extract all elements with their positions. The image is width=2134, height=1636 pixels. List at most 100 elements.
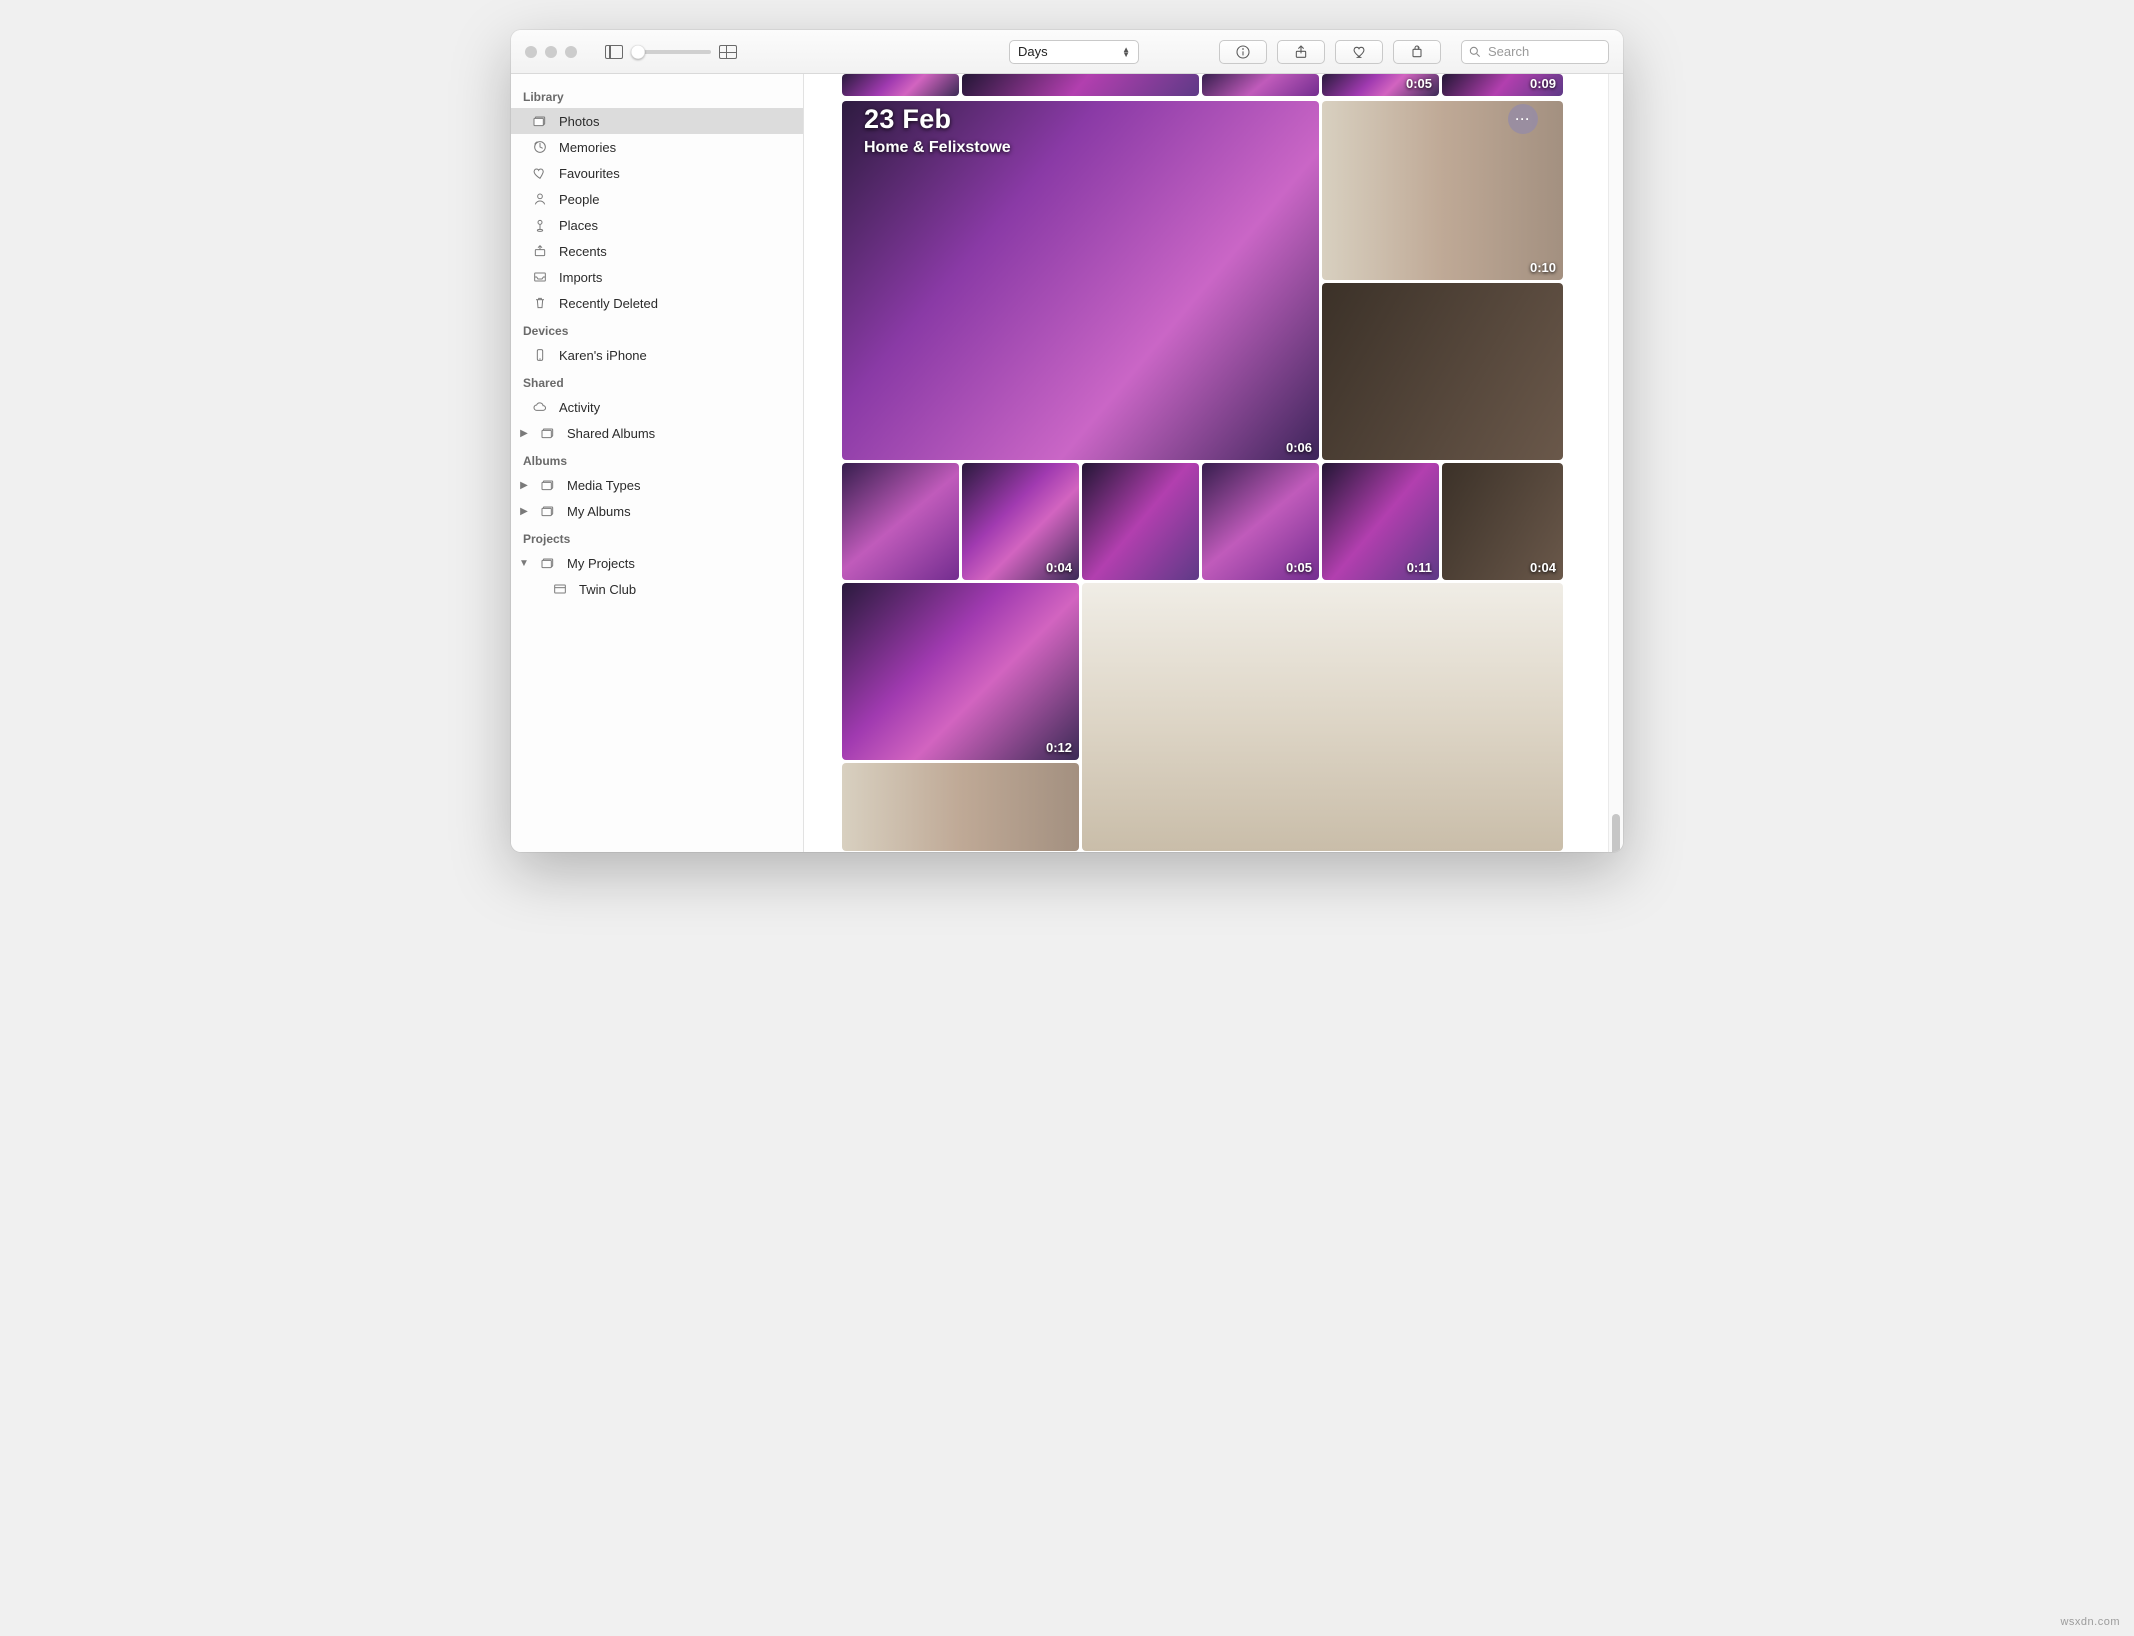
chevron-down-icon[interactable]: ▼ [519,558,529,569]
sidebar-item-imports[interactable]: Imports [511,264,803,290]
share-icon [1293,44,1309,60]
search-placeholder: Search [1488,44,1529,59]
grid-view-icon[interactable] [719,45,737,59]
day-header: 23 Feb Home & Felixstowe [864,104,1011,157]
titlebar: Days ▲▼ Search [511,30,1623,74]
photo-tile[interactable] [1202,74,1319,96]
view-select-value: Days [1018,44,1048,59]
body: Library Photos Memories Favourites Peopl… [511,74,1623,852]
video-duration: 0:05 [1286,560,1312,575]
sidebar-item-people[interactable]: People [511,186,803,212]
photo-tile[interactable]: 0:05 [1322,74,1439,96]
day-date: 23 Feb [864,104,1011,135]
sidebar-item-recently-deleted[interactable]: Recently Deleted [511,290,803,316]
photo-tile[interactable]: 0:04 [1442,463,1563,580]
scrollbar-thumb[interactable] [1612,814,1620,852]
albums-icon [539,477,557,493]
photo-tile[interactable] [1322,283,1563,460]
photos-icon [531,113,549,129]
heart-icon [531,165,549,181]
rotate-icon [1409,44,1425,60]
sidebar-item-activity[interactable]: Activity [511,394,803,420]
memories-icon [531,139,549,155]
zoom-controls [605,45,737,59]
sidebar-item-media-types[interactable]: ▶ Media Types [511,472,803,498]
sidebar-header-projects: Projects [511,524,803,550]
sidebar-header-devices: Devices [511,316,803,342]
photo-grid: 0:05 0:09 0:06 0:10 0:04 0:05 0:11 0:04 0:12 [842,74,1576,852]
cloud-icon [531,399,549,415]
video-duration: 0:04 [1046,560,1072,575]
photo-tile[interactable]: 0:11 [1322,463,1439,580]
share-button[interactable] [1277,40,1325,64]
sidebar-header-shared: Shared [511,368,803,394]
imports-icon [531,269,549,285]
recents-icon [531,243,549,259]
scrollbar[interactable] [1608,74,1623,852]
close-button[interactable] [525,46,537,58]
sidebar-header-albums: Albums [511,446,803,472]
video-duration: 0:06 [1286,440,1312,455]
video-duration: 0:12 [1046,740,1072,755]
iphone-icon [531,347,549,363]
day-location: Home & Felixstowe [864,139,1011,157]
albums-icon [539,425,557,441]
project-icon [551,581,569,597]
fullscreen-button[interactable] [565,46,577,58]
photo-tile[interactable]: 0:09 [1442,74,1563,96]
photo-tile[interactable]: 0:04 [962,463,1079,580]
ellipsis-icon: ··· [1516,112,1531,126]
sidebar-item-photos[interactable]: Photos [511,108,803,134]
albums-icon [539,555,557,571]
more-button[interactable]: ··· [1508,104,1538,134]
rotate-button[interactable] [1393,40,1441,64]
sidebar-item-my-projects[interactable]: ▼ My Projects [511,550,803,576]
sidebar-item-my-albums[interactable]: ▶ My Albums [511,498,803,524]
minimize-button[interactable] [545,46,557,58]
trash-icon [531,295,549,311]
person-icon [531,191,549,207]
sidebar-item-device-iphone[interactable]: Karen's iPhone [511,342,803,368]
info-icon [1235,44,1251,60]
heart-icon [1351,44,1367,60]
photo-tile[interactable] [1082,583,1563,851]
chevron-right-icon[interactable]: ▶ [519,506,529,517]
chevron-right-icon[interactable]: ▶ [519,480,529,491]
sidebar-toggle-icon[interactable] [605,45,623,59]
favourite-button[interactable] [1335,40,1383,64]
sidebar-item-recents[interactable]: Recents [511,238,803,264]
sidebar-item-shared-albums[interactable]: ▶ Shared Albums [511,420,803,446]
search-input[interactable]: Search [1461,40,1609,64]
video-duration: 0:05 [1406,76,1432,91]
traffic-lights [525,46,577,58]
sidebar-header-library: Library [511,82,803,108]
sidebar-item-favourites[interactable]: Favourites [511,160,803,186]
sidebar-item-memories[interactable]: Memories [511,134,803,160]
photo-tile[interactable]: 0:05 [1202,463,1319,580]
chevron-updown-icon: ▲▼ [1122,47,1130,57]
content-area[interactable]: 0:05 0:09 0:06 0:10 0:04 0:05 0:11 0:04 0:12 23 … [804,74,1623,852]
photo-tile[interactable] [842,74,959,96]
toolbar-buttons [1219,40,1441,64]
video-duration: 0:09 [1530,76,1556,91]
watermark: wsxdn.com [2060,1616,2120,1628]
photo-tile[interactable]: 0:12 [842,583,1079,760]
photo-tile[interactable] [1082,463,1199,580]
sidebar: Library Photos Memories Favourites Peopl… [511,74,804,852]
info-button[interactable] [1219,40,1267,64]
view-select[interactable]: Days ▲▼ [1009,40,1139,64]
video-duration: 0:10 [1530,260,1556,275]
photo-tile[interactable] [842,763,1079,851]
photo-tile[interactable] [962,74,1199,96]
chevron-right-icon[interactable]: ▶ [519,428,529,439]
video-duration: 0:11 [1407,560,1432,575]
sidebar-item-twin-club[interactable]: Twin Club [511,576,803,602]
pin-icon [531,217,549,233]
albums-icon [539,503,557,519]
photo-tile[interactable] [842,463,959,580]
zoom-slider[interactable] [631,50,711,54]
sidebar-item-places[interactable]: Places [511,212,803,238]
search-icon [1468,45,1482,59]
app-window: Days ▲▼ Search Library [511,30,1623,852]
video-duration: 0:04 [1530,560,1556,575]
